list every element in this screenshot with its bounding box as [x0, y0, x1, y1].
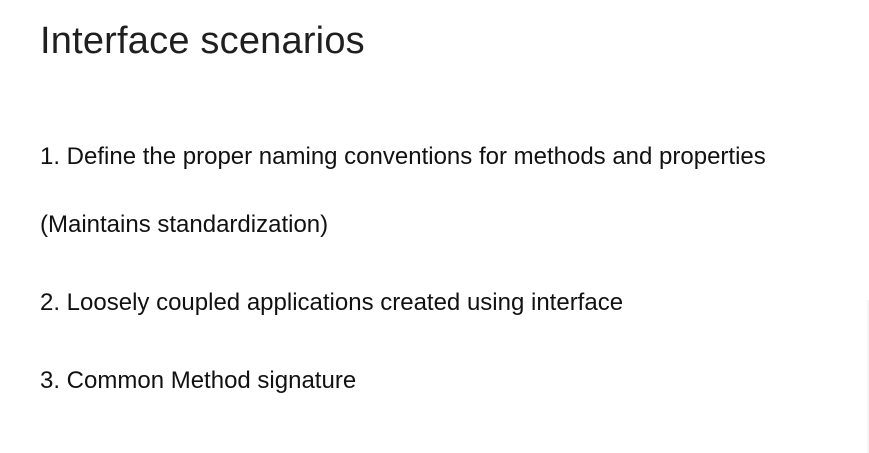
- bullet-1-note-standardization: (Maintains standardization): [40, 211, 329, 238]
- slide-title: Interface scenarios: [40, 20, 365, 62]
- slide: Interface scenarios 1. Define the proper…: [0, 0, 869, 453]
- bullet-3-method-signature: 3. Common Method signature: [40, 367, 357, 394]
- bullet-1-naming-conventions: 1. Define the proper naming conventions …: [40, 143, 766, 170]
- bullet-2-loosely-coupled: 2. Loosely coupled applications created …: [40, 289, 624, 316]
